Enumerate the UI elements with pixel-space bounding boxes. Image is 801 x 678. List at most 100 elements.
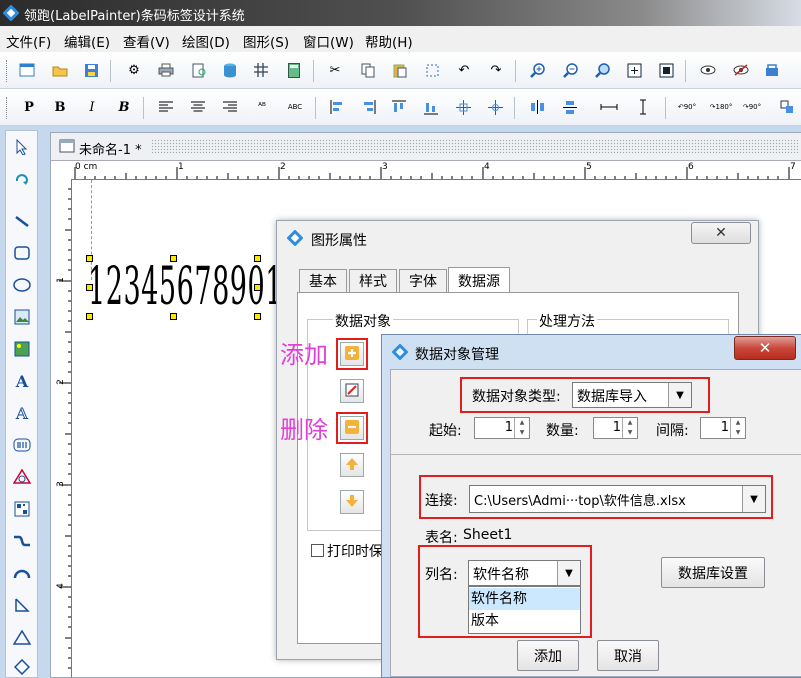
database-settings-button[interactable]: 数据库设置 — [661, 557, 765, 588]
diamond-tool-icon[interactable] — [11, 656, 33, 678]
wordart-tool-icon[interactable]: 𝔸 — [11, 402, 33, 424]
grid-icon[interactable] — [252, 61, 270, 79]
print-icon[interactable] — [157, 61, 175, 79]
selection-handle[interactable] — [170, 255, 177, 262]
menu-help[interactable]: 帮助(H) — [365, 31, 413, 51]
center-horizontal-icon[interactable] — [454, 98, 472, 116]
copy-icon[interactable] — [359, 61, 377, 79]
add-button[interactable]: 添加 — [517, 640, 579, 671]
selection-handle[interactable] — [86, 313, 93, 320]
tab-datasource[interactable]: 数据源 — [448, 267, 510, 293]
align-objects-top-icon[interactable] — [390, 98, 408, 116]
barcode-text-object[interactable]: 123456789012 — [88, 257, 300, 317]
curve-tool-icon[interactable] — [11, 530, 33, 552]
document-tab[interactable]: 未命名-1 * — [51, 133, 801, 161]
spin-arrows-icon[interactable]: ▲ ▼ — [730, 418, 745, 438]
distribute-vertical-icon[interactable] — [561, 98, 579, 116]
qrcode-tool-icon[interactable] — [11, 498, 33, 520]
align-center-icon[interactable] — [189, 98, 207, 116]
ellipse-tool-icon[interactable] — [11, 274, 33, 296]
selection-handle[interactable] — [170, 313, 177, 320]
tab-style[interactable]: 样式 — [349, 269, 397, 292]
polyline-tool-icon[interactable] — [11, 594, 33, 616]
new-icon[interactable] — [18, 61, 36, 79]
bold-button[interactable]: B — [51, 98, 69, 116]
open-icon[interactable] — [51, 61, 69, 79]
rotate-90-ccw-icon[interactable]: ↶90° — [678, 98, 696, 116]
menu-file[interactable]: 文件(F) — [6, 31, 51, 51]
menu-draw[interactable]: 绘图(D) — [182, 31, 230, 51]
selection-handle[interactable] — [254, 255, 261, 262]
spin-arrows-icon[interactable]: ▲ ▼ — [514, 418, 529, 438]
show-icon[interactable] — [699, 61, 717, 79]
lock-icon[interactable] — [763, 61, 781, 79]
shape-tool-icon[interactable] — [11, 466, 33, 488]
text-spacing-icon[interactable]: ᴬᴮ — [253, 98, 271, 116]
toolbar-grip[interactable] — [6, 60, 10, 82]
align-right-icon[interactable] — [221, 98, 239, 116]
same-width-icon[interactable] — [600, 98, 618, 116]
toolbar-grip[interactable] — [6, 97, 10, 119]
spin-arrows-icon[interactable]: ▲ ▼ — [622, 418, 637, 438]
zoom-icon[interactable] — [593, 61, 611, 79]
selection-handle[interactable] — [254, 284, 261, 291]
image-tool-icon[interactable] — [11, 306, 33, 328]
database-icon[interactable] — [221, 61, 239, 79]
center-vertical-icon[interactable] — [486, 98, 504, 116]
cut-icon[interactable]: ✂ — [326, 61, 344, 79]
interval-stepper[interactable]: 1 ▲ ▼ — [700, 417, 746, 439]
rotate-90-cw-icon[interactable]: ↷90° — [743, 98, 761, 116]
triangle-tool-icon[interactable] — [11, 626, 33, 648]
italic-button[interactable]: I — [83, 98, 101, 116]
zoom-in-icon[interactable] — [528, 61, 546, 79]
edit-data-object-button[interactable] — [340, 379, 364, 403]
print-preview-icon[interactable] — [190, 61, 208, 79]
group-icon[interactable] — [778, 98, 796, 116]
align-left-icon[interactable] — [157, 98, 175, 116]
zoom-out-icon[interactable] — [561, 61, 579, 79]
menu-edit[interactable]: 编辑(E) — [64, 31, 110, 51]
print-checkbox[interactable] — [311, 544, 324, 557]
selection-handle[interactable] — [254, 313, 261, 320]
fit-page-icon[interactable] — [625, 61, 643, 79]
same-height-icon[interactable] — [634, 98, 652, 116]
cancel-button[interactable]: 取消 — [597, 640, 659, 671]
bold-italic-button[interactable]: B — [115, 98, 133, 116]
selection-handle[interactable] — [86, 255, 93, 262]
settings-icon[interactable]: ⚙ — [125, 61, 143, 79]
align-objects-bottom-icon[interactable] — [422, 98, 440, 116]
save-icon[interactable] — [82, 61, 100, 79]
tab-basic[interactable]: 基本 — [299, 269, 347, 292]
menu-view[interactable]: 查看(V) — [123, 31, 170, 51]
distribute-horizontal-icon[interactable] — [528, 98, 546, 116]
text-tool-icon[interactable]: A — [11, 370, 33, 392]
abc-button[interactable]: ABC — [282, 98, 308, 116]
align-objects-left-icon[interactable] — [328, 98, 346, 116]
rotate-180-icon[interactable]: ↷180° — [709, 98, 733, 116]
hide-icon[interactable] — [732, 61, 750, 79]
undo-icon[interactable]: ↶ — [455, 61, 473, 79]
plain-button[interactable]: P — [20, 98, 38, 116]
rotate-tool-icon[interactable] — [11, 168, 33, 190]
close-button[interactable]: ✕ — [691, 222, 751, 244]
arc-tool-icon[interactable] — [11, 562, 33, 584]
picture-tool-icon[interactable] — [11, 338, 33, 360]
actual-size-icon[interactable] — [657, 61, 675, 79]
close-button[interactable]: ✕ — [734, 336, 796, 360]
pointer-icon[interactable] — [11, 136, 33, 158]
move-up-button[interactable] — [340, 453, 364, 477]
redo-icon[interactable]: ↷ — [487, 61, 505, 79]
menu-window[interactable]: 窗口(W) — [303, 31, 354, 51]
line-tool-icon[interactable] — [11, 210, 33, 232]
paste-icon[interactable] — [391, 61, 409, 79]
select-all-icon[interactable] — [423, 61, 441, 79]
rectangle-tool-icon[interactable] — [11, 242, 33, 264]
barcode-tool-icon[interactable] — [11, 434, 33, 456]
align-objects-right-icon[interactable] — [359, 98, 377, 116]
count-stepper[interactable]: 1 ▲ ▼ — [593, 417, 638, 439]
start-stepper[interactable]: 1 ▲ ▼ — [474, 417, 530, 439]
selection-handle[interactable] — [86, 284, 93, 291]
move-down-button[interactable] — [340, 490, 364, 514]
calculator-icon[interactable] — [285, 61, 303, 79]
menu-shape[interactable]: 图形(S) — [243, 31, 289, 51]
